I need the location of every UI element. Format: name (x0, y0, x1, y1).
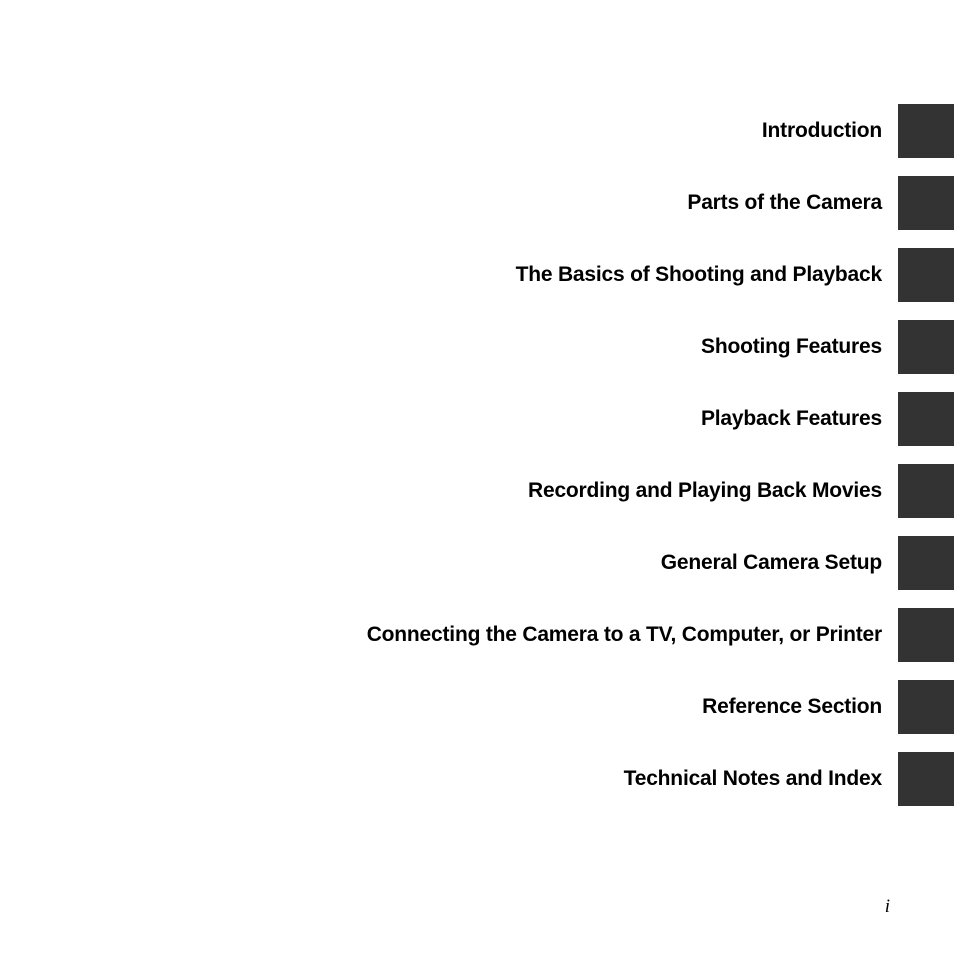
chapter-thumb-tab[interactable] (898, 392, 954, 446)
chapter-entry-basics-of-shooting-and-playback[interactable]: The Basics of Shooting and Playback (0, 248, 954, 302)
chapter-entry-technical-notes-and-index[interactable]: Technical Notes and Index (0, 752, 954, 806)
manual-index-page: Introduction Parts of the Camera The Bas… (0, 0, 954, 954)
chapter-title: Technical Notes and Index (623, 767, 883, 790)
chapter-thumb-tab[interactable] (898, 608, 954, 662)
chapter-entry-general-camera-setup[interactable]: General Camera Setup (0, 536, 954, 590)
chapter-entry-parts-of-the-camera[interactable]: Parts of the Camera (0, 176, 954, 230)
chapter-thumb-tab[interactable] (898, 248, 954, 302)
chapter-title: Parts of the Camera (687, 191, 882, 214)
chapter-title: Reference Section (702, 695, 882, 718)
chapter-list: Introduction Parts of the Camera The Bas… (0, 104, 954, 824)
chapter-title: Introduction (761, 119, 882, 142)
chapter-entry-reference-section[interactable]: Reference Section (0, 680, 954, 734)
chapter-thumb-tab[interactable] (898, 464, 954, 518)
chapter-title: Playback Features (700, 407, 882, 430)
chapter-title: Connecting the Camera to a TV, Computer,… (366, 623, 882, 646)
chapter-title: General Camera Setup (660, 551, 882, 574)
chapter-title: Recording and Playing Back Movies (528, 479, 882, 502)
chapter-entry-shooting-features[interactable]: Shooting Features (0, 320, 954, 374)
chapter-entry-introduction[interactable]: Introduction (0, 104, 954, 158)
chapter-thumb-tab[interactable] (898, 104, 954, 158)
chapter-thumb-tab[interactable] (898, 320, 954, 374)
chapter-thumb-tab[interactable] (898, 536, 954, 590)
chapter-thumb-tab[interactable] (898, 176, 954, 230)
chapter-entry-connecting-the-camera[interactable]: Connecting the Camera to a TV, Computer,… (0, 608, 954, 662)
chapter-title: The Basics of Shooting and Playback (515, 263, 883, 286)
page-number: i (884, 896, 890, 917)
chapter-thumb-tab[interactable] (898, 680, 954, 734)
chapter-entry-playback-features[interactable]: Playback Features (0, 392, 954, 446)
chapter-thumb-tab[interactable] (898, 752, 954, 806)
chapter-title: Shooting Features (701, 335, 882, 358)
chapter-entry-recording-and-playing-back-movies[interactable]: Recording and Playing Back Movies (0, 464, 954, 518)
